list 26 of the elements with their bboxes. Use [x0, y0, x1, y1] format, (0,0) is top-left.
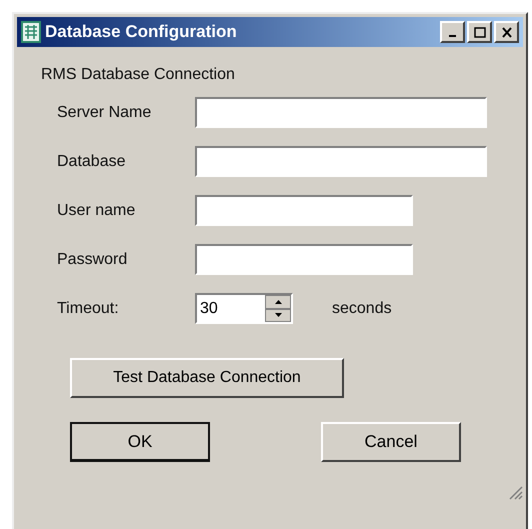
unit-label: seconds — [332, 298, 392, 318]
spin-up-icon[interactable] — [265, 295, 291, 308]
field-label: Password — [57, 250, 128, 270]
text-field[interactable] — [195, 97, 487, 128]
text-field[interactable] — [195, 146, 487, 177]
spin-box[interactable]: 30 — [195, 293, 293, 324]
dialog-button[interactable]: Cancel — [321, 422, 461, 462]
field-label: User name — [57, 200, 136, 220]
spin-down-icon[interactable] — [265, 308, 291, 322]
test-connection-button[interactable]: Test Database Connection — [70, 358, 344, 398]
field-label: Timeout: — [57, 298, 120, 318]
database-app-icon — [21, 21, 41, 43]
maximize-button[interactable] — [467, 21, 492, 43]
minimize-icon — [449, 35, 456, 37]
maximize-icon — [474, 26, 486, 38]
close-button[interactable] — [494, 21, 519, 43]
close-icon — [500, 26, 512, 38]
field-label: Server Name — [57, 102, 152, 122]
dialog-button[interactable]: OK — [70, 422, 210, 462]
minimize-button[interactable] — [440, 21, 465, 43]
field-label: Database — [57, 152, 126, 172]
window-title: Database Configuration — [45, 21, 237, 44]
resize-grip-icon — [507, 484, 523, 500]
text-field[interactable] — [195, 244, 413, 275]
section-label: RMS Database Connection — [41, 65, 236, 85]
text-field[interactable] — [195, 195, 413, 226]
